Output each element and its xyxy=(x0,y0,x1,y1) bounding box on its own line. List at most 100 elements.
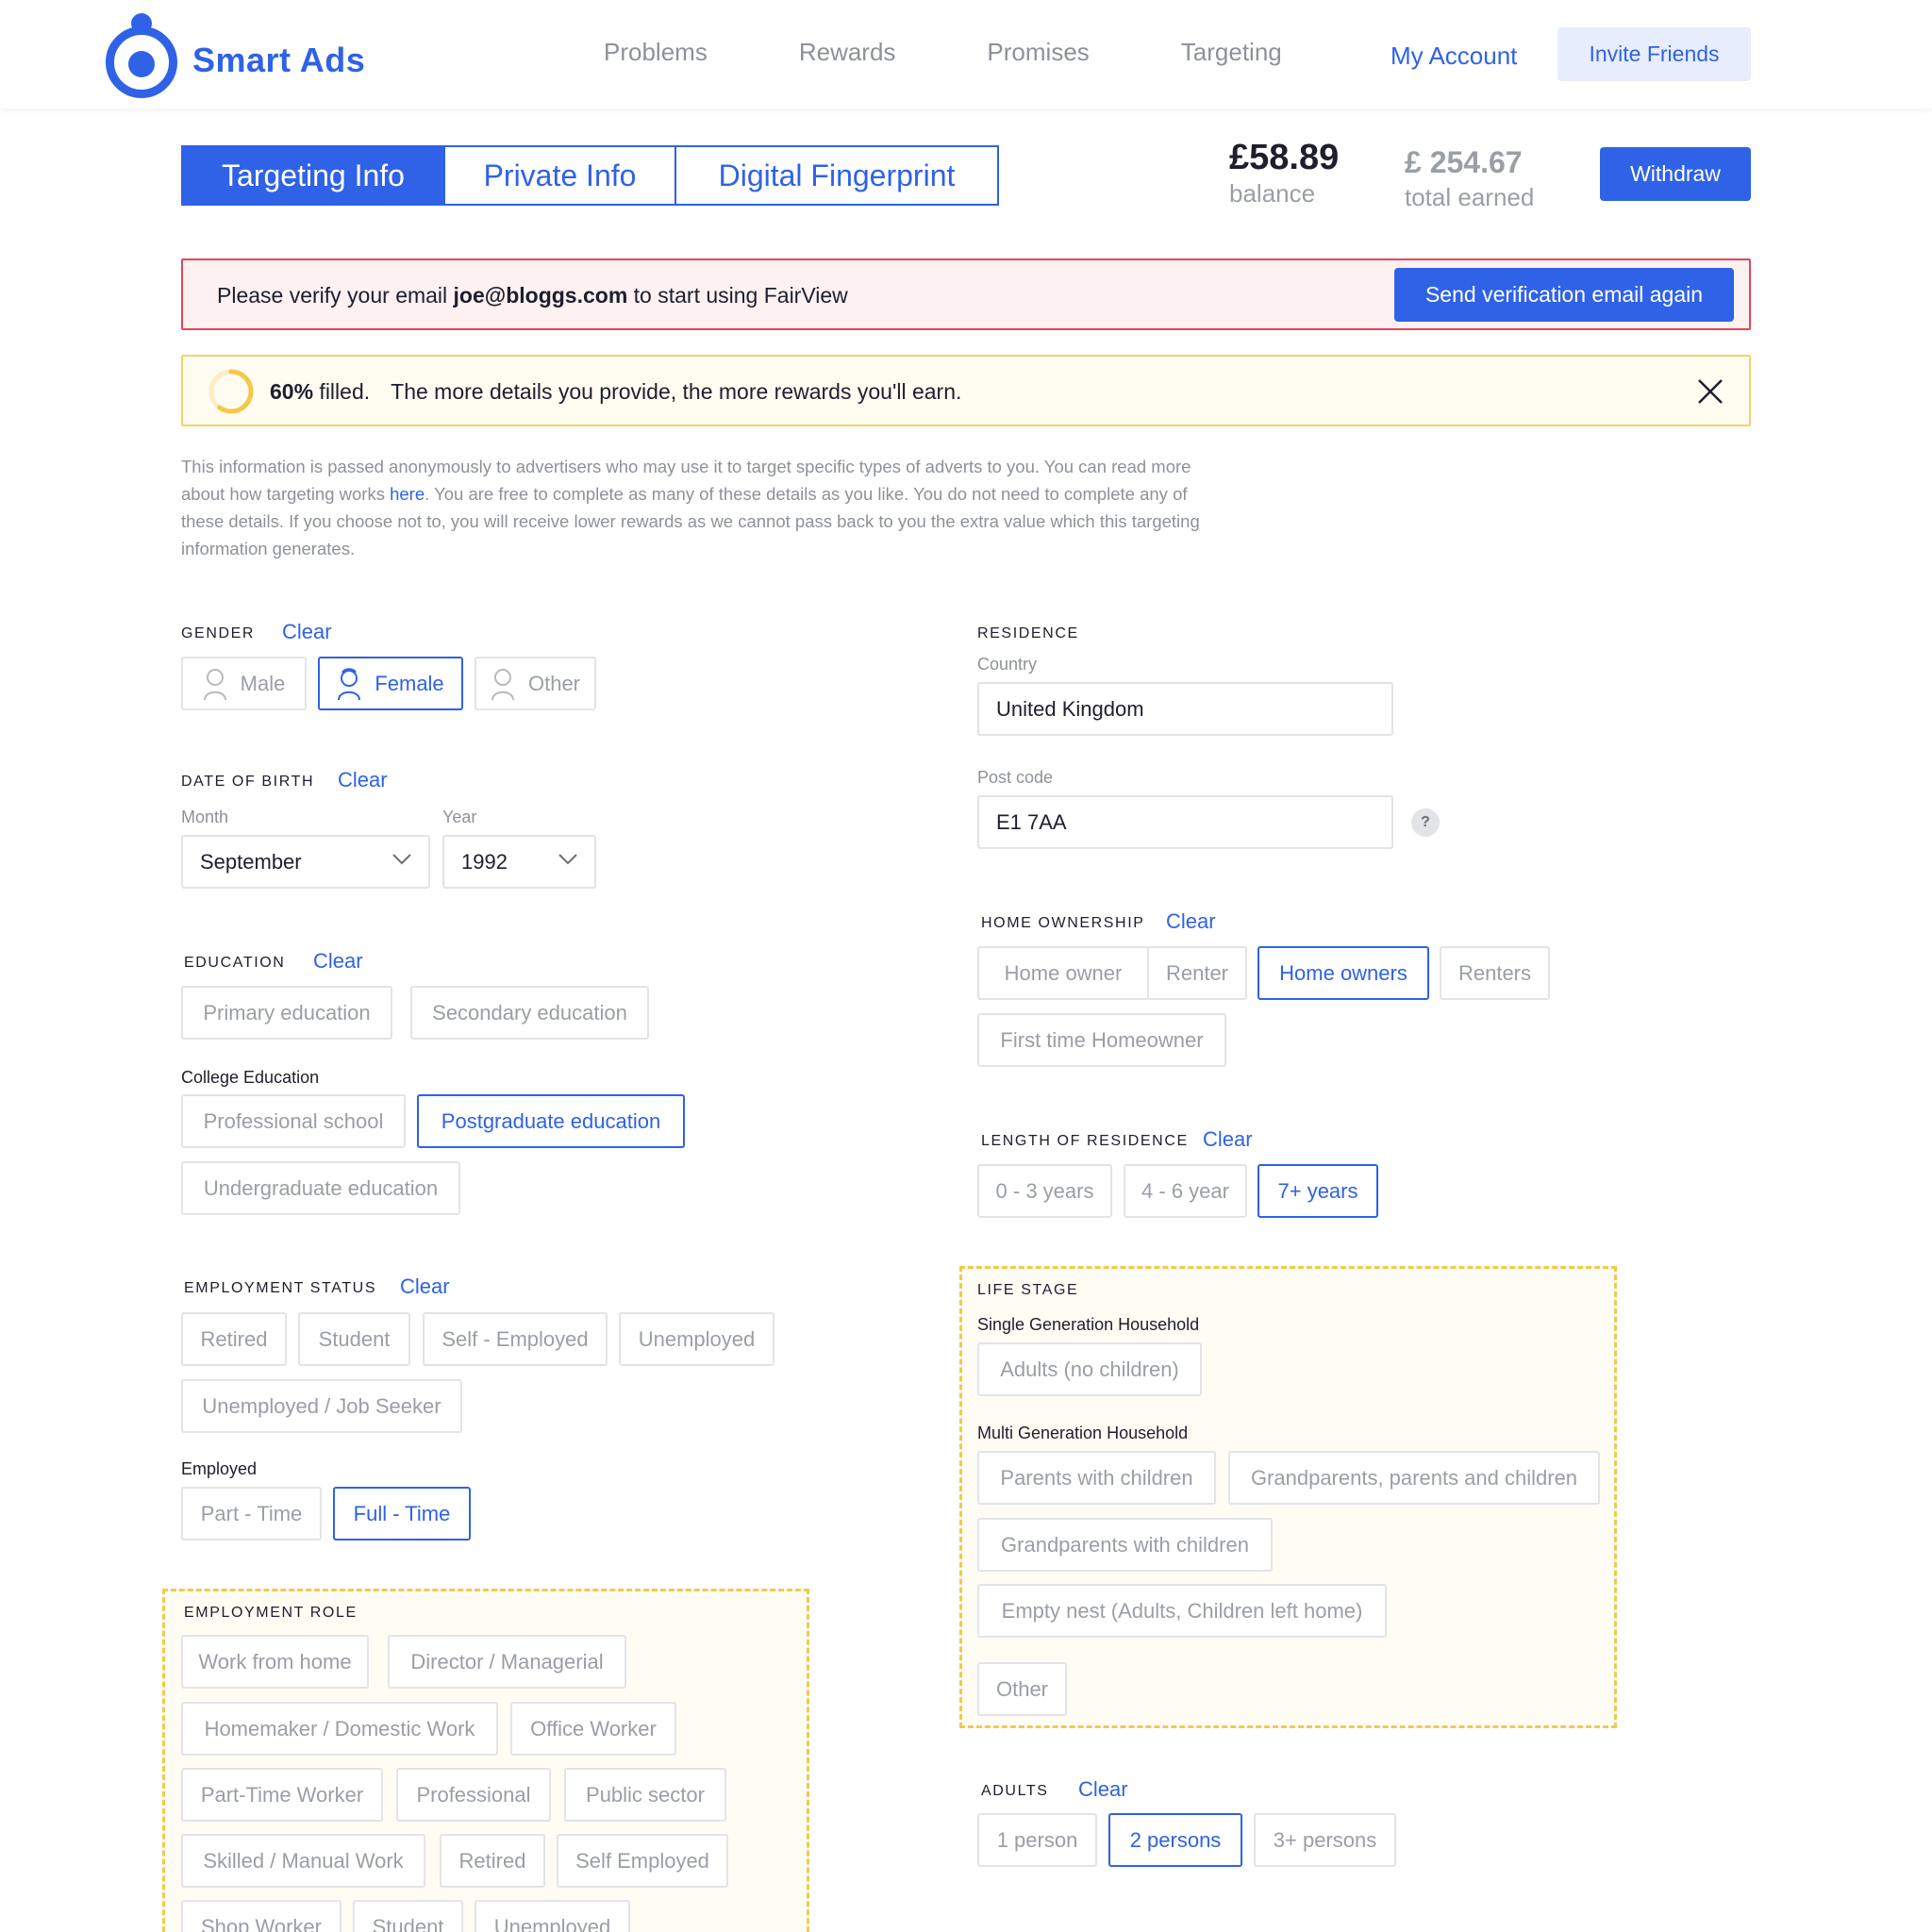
employment-unemployed[interactable]: Unemployed xyxy=(619,1312,774,1366)
college-undergraduate[interactable]: Undergraduate education xyxy=(181,1161,460,1215)
dob-heading: Date of birth xyxy=(181,774,315,790)
adults-2-persons[interactable]: 2 persons xyxy=(1108,1813,1242,1867)
nav-promises[interactable]: Promises xyxy=(987,38,1089,67)
life-stage-heading: Life stage xyxy=(977,1282,1079,1298)
verify-suffix: to start using FairView xyxy=(627,283,848,308)
progress-filled: filled. xyxy=(313,379,371,404)
employment-retired[interactable]: Retired xyxy=(181,1312,287,1366)
role-part-time-worker[interactable]: Part-Time Worker xyxy=(181,1768,383,1822)
education-clear[interactable]: Clear xyxy=(313,949,363,974)
role-student[interactable]: Student xyxy=(353,1900,463,1932)
education-primary[interactable]: Primary education xyxy=(181,986,392,1040)
withdraw-button[interactable]: Withdraw xyxy=(1600,147,1751,201)
male-icon xyxy=(203,668,226,700)
balance-amount: £58.89 xyxy=(1229,138,1340,177)
length-of-residence-heading: Length of residence xyxy=(981,1133,1189,1149)
adults-clear[interactable]: Clear xyxy=(1078,1777,1128,1802)
balance: £58.89 balance xyxy=(1229,140,1339,208)
length-4-6[interactable]: 4 - 6 year xyxy=(1124,1164,1247,1218)
life-grandparents-parents-children[interactable]: Grandparents, parents and children xyxy=(1228,1451,1600,1505)
employment-student[interactable]: Student xyxy=(298,1312,410,1366)
profile-progress-alert: 60% filled. The more details you provide,… xyxy=(181,355,1751,426)
total-earned-amount: £ 254.67 xyxy=(1405,145,1523,179)
gender-other[interactable]: Other xyxy=(475,657,596,710)
person-icon xyxy=(491,668,514,700)
role-office-worker[interactable]: Office Worker xyxy=(510,1702,676,1756)
tab-private-info[interactable]: Private Info xyxy=(445,145,676,206)
college-education-heading: College Education xyxy=(181,1068,320,1087)
intro-here-link[interactable]: here xyxy=(390,484,425,504)
employed-full-time[interactable]: Full - Time xyxy=(333,1487,471,1541)
month-value: September xyxy=(200,849,302,874)
role-work-from-home[interactable]: Work from home xyxy=(181,1635,369,1689)
employment-job-seeker[interactable]: Unemployed / Job Seeker xyxy=(181,1379,462,1433)
progress-ring-icon xyxy=(208,369,254,414)
gender-female[interactable]: Female xyxy=(318,657,463,710)
gender-male[interactable]: Male xyxy=(181,657,307,710)
progress-hint: The more details you provide, the more r… xyxy=(391,379,962,404)
length-clear[interactable]: Clear xyxy=(1203,1127,1253,1152)
smart-ads-logo-icon xyxy=(104,13,179,98)
employed-part-time[interactable]: Part - Time xyxy=(181,1487,322,1541)
life-adults-no-children[interactable]: Adults (no children) xyxy=(977,1342,1202,1396)
role-skilled-manual[interactable]: Skilled / Manual Work xyxy=(181,1834,425,1888)
main-nav: Problems Rewards Promises Targeting xyxy=(604,38,1374,67)
employment-clear[interactable]: Clear xyxy=(400,1274,450,1299)
logo[interactable]: Smart Ads xyxy=(104,13,365,98)
nav-problems[interactable]: Problems xyxy=(604,38,708,67)
my-account-link[interactable]: My Account xyxy=(1391,42,1517,71)
nav-targeting[interactable]: Targeting xyxy=(1181,38,1282,67)
length-7-plus[interactable]: 7+ years xyxy=(1257,1164,1378,1218)
postcode-label: Post code xyxy=(977,768,1054,787)
year-value: 1992 xyxy=(461,849,508,874)
send-verification-button[interactable]: Send verification email again xyxy=(1394,268,1734,322)
section-tabs: Targeting Info Private Info Digital Fing… xyxy=(181,145,999,206)
home-owner[interactable]: Home owner xyxy=(977,946,1149,1000)
tab-targeting-info[interactable]: Targeting Info xyxy=(181,145,445,206)
life-empty-nest[interactable]: Empty nest (Adults, Children left home) xyxy=(977,1584,1387,1638)
home-first-time[interactable]: First time Homeowner xyxy=(977,1013,1226,1067)
verify-email-address: joe@bloggs.com xyxy=(453,283,628,308)
home-ownership-clear[interactable]: Clear xyxy=(1166,909,1216,934)
targeting-intro: This information is passed anonymously t… xyxy=(181,453,1228,562)
month-select[interactable]: September xyxy=(181,835,430,889)
life-other[interactable]: Other xyxy=(977,1662,1067,1716)
adults-heading: Adults xyxy=(981,1783,1049,1799)
close-icon[interactable] xyxy=(1696,377,1724,406)
life-parents-with-children[interactable]: Parents with children xyxy=(977,1451,1216,1505)
role-professional[interactable]: Professional xyxy=(396,1768,551,1822)
nav-rewards[interactable]: Rewards xyxy=(799,38,896,67)
adults-3-plus-persons[interactable]: 3+ persons xyxy=(1254,1813,1396,1867)
multi-generation-heading: Multi Generation Household xyxy=(977,1424,1189,1442)
year-select[interactable]: 1992 xyxy=(442,835,596,889)
adults-1-person[interactable]: 1 person xyxy=(977,1813,1097,1867)
length-0-3[interactable]: 0 - 3 years xyxy=(977,1164,1112,1218)
verify-email-alert: Please verify your email joe@bloggs.com … xyxy=(181,258,1751,330)
life-grandparents-with-children[interactable]: Grandparents with children xyxy=(977,1518,1273,1572)
dob-clear[interactable]: Clear xyxy=(338,768,388,792)
college-professional-school[interactable]: Professional school xyxy=(181,1094,406,1148)
role-homemaker[interactable]: Homemaker / Domestic Work xyxy=(181,1702,498,1756)
verify-email-message: Please verify your email joe@bloggs.com … xyxy=(217,283,848,308)
role-unemployed[interactable]: Unemployed xyxy=(475,1900,630,1932)
employment-self-employed[interactable]: Self - Employed xyxy=(423,1312,608,1366)
invite-friends-button[interactable]: Invite Friends xyxy=(1557,27,1751,81)
verify-prefix: Please verify your email xyxy=(217,283,454,308)
role-director[interactable]: Director / Managerial xyxy=(388,1635,626,1689)
help-icon[interactable]: ? xyxy=(1411,808,1440,837)
role-public-sector[interactable]: Public sector xyxy=(564,1768,726,1822)
role-shop-worker[interactable]: Shop Worker xyxy=(181,1900,341,1932)
home-owners[interactable]: Home owners xyxy=(1257,946,1429,1000)
employment-status-heading: Employment status xyxy=(184,1280,377,1296)
gender-heading: Gender xyxy=(181,625,256,641)
education-secondary[interactable]: Secondary education xyxy=(410,986,649,1040)
country-input[interactable] xyxy=(977,682,1393,736)
home-renter[interactable]: Renter xyxy=(1147,946,1247,1000)
tab-digital-fingerprint[interactable]: Digital Fingerprint xyxy=(676,145,999,206)
role-retired[interactable]: Retired xyxy=(440,1834,545,1888)
gender-clear[interactable]: Clear xyxy=(282,620,332,644)
college-postgraduate[interactable]: Postgraduate education xyxy=(417,1094,685,1148)
postcode-input[interactable] xyxy=(977,795,1393,849)
home-renters[interactable]: Renters xyxy=(1440,946,1550,1000)
role-self-employed[interactable]: Self Employed xyxy=(557,1834,728,1888)
